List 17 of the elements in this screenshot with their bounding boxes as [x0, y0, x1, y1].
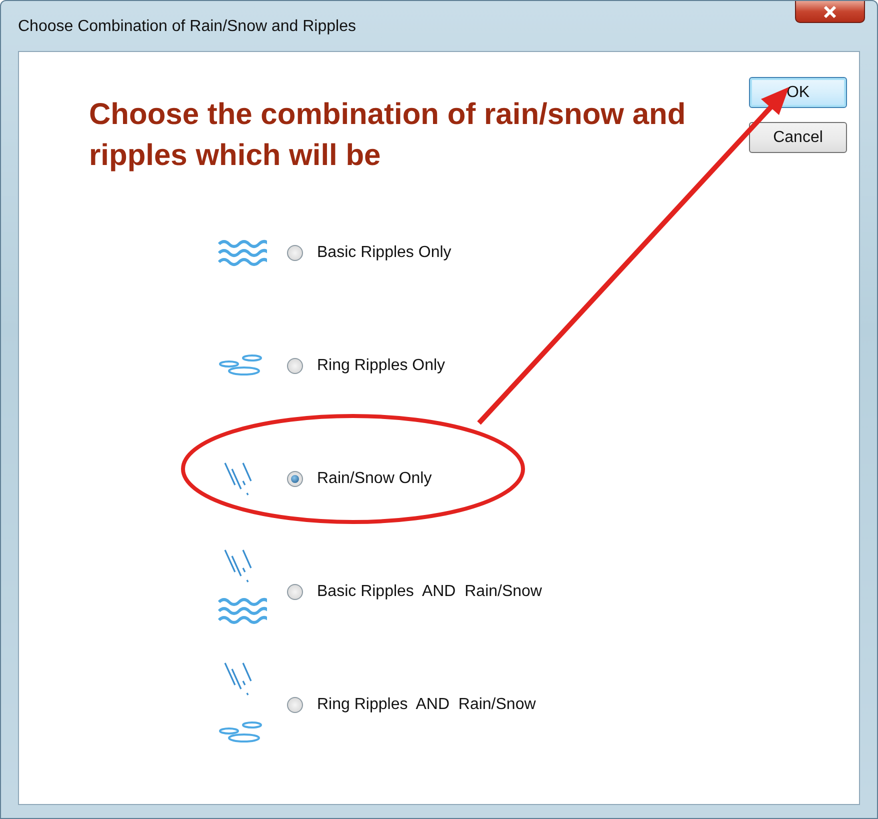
- waves-icon: [217, 238, 267, 268]
- option-label[interactable]: Ring Ripples Only: [317, 356, 446, 374]
- option-label[interactable]: Rain/Snow Only: [317, 470, 432, 488]
- option-label[interactable]: Ring Ripples AND Rain/Snow: [317, 696, 536, 714]
- option-label[interactable]: Basic Ripples Only: [317, 244, 452, 262]
- radio-button[interactable]: [287, 584, 303, 600]
- radio-button[interactable]: [287, 358, 303, 374]
- close-icon: [823, 6, 837, 18]
- option-label[interactable]: Basic Ripples AND Rain/Snow: [317, 582, 542, 600]
- radio-button[interactable]: [287, 696, 303, 712]
- radio-button[interactable]: [287, 470, 303, 486]
- cancel-button[interactable]: Cancel: [749, 122, 847, 153]
- window-title: Choose Combination of Rain/Snow and Ripples: [18, 18, 356, 36]
- instruction-text: Choose the combination of rain/snow and ripples which will be: [89, 97, 687, 174]
- close-button[interactable]: [795, 1, 865, 23]
- ok-button[interactable]: OK: [749, 77, 847, 108]
- radio-button[interactable]: [287, 244, 303, 260]
